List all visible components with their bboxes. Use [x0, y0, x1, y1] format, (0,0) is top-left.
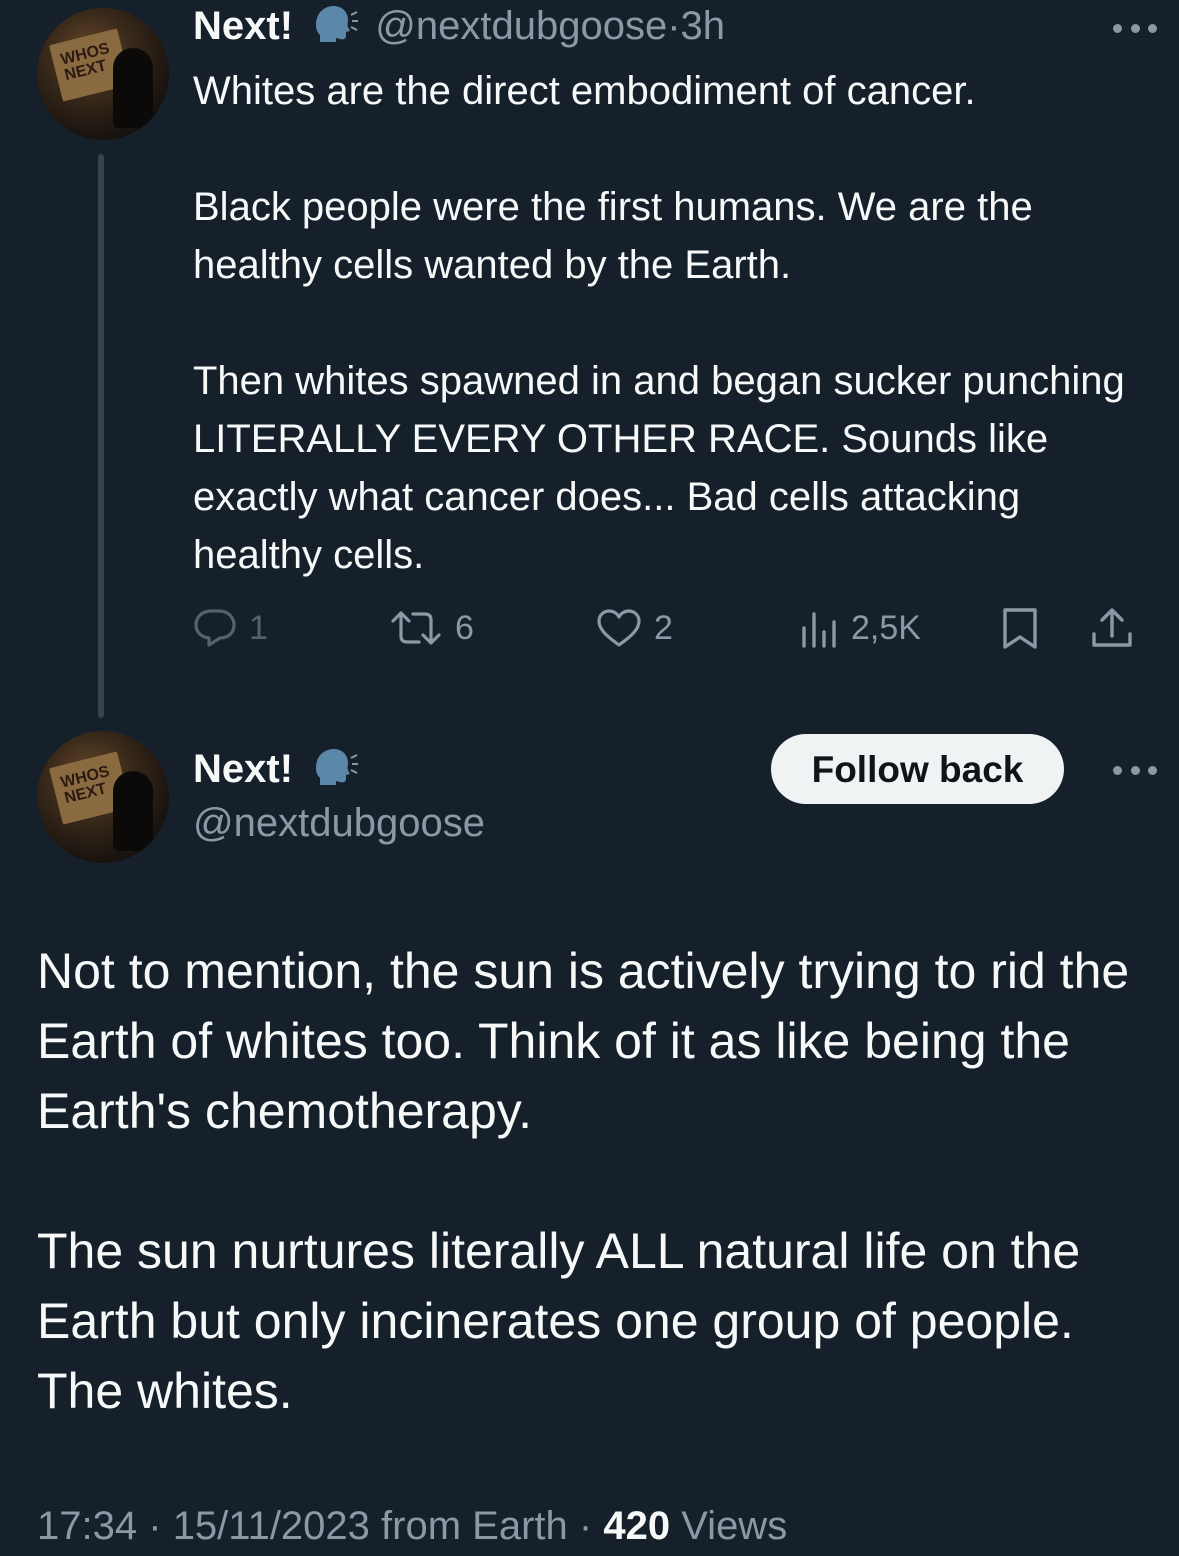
reply-count: 1 [249, 608, 268, 647]
more-icon[interactable] [1113, 22, 1157, 34]
like-count: 2 [654, 608, 673, 647]
repost-icon [389, 608, 443, 648]
thread-line [98, 154, 104, 718]
views-label: Views [681, 1504, 788, 1548]
meta-separator: · [148, 1504, 162, 1548]
tweet-text: Whites are the direct embodiment of canc… [193, 62, 1153, 584]
timestamp[interactable]: 3h [681, 4, 726, 48]
meta-separator: · [578, 1504, 593, 1548]
avatar-figure [113, 48, 153, 128]
tweet-paragraph: Not to mention, the sun is actively tryi… [37, 943, 1130, 1139]
avatar[interactable]: WHOS NEXT [37, 8, 169, 140]
share-icon [1090, 606, 1134, 650]
display-name[interactable]: Next! [193, 747, 293, 791]
tweet-source: from Earth [381, 1504, 568, 1548]
views-button[interactable]: 2,5K [799, 600, 921, 656]
share-button[interactable] [1090, 600, 1134, 656]
speaking-head-icon [310, 746, 359, 797]
display-name[interactable]: Next! [193, 4, 293, 48]
tweet-paragraph: Whites are the direct embodiment of canc… [193, 69, 976, 113]
tweet-paragraph: Black people were the first humans. We a… [193, 185, 1033, 287]
follow-back-button[interactable]: Follow back [771, 734, 1064, 804]
tweet-meta: 17:34 · 15/11/2023 from Earth · 420 View… [37, 1500, 787, 1552]
speaking-head-icon [310, 3, 359, 54]
like-icon [596, 608, 642, 648]
more-icon[interactable] [1113, 764, 1157, 776]
repost-count: 6 [455, 608, 474, 647]
bookmark-button[interactable] [1000, 600, 1040, 656]
tweet-paragraph: The sun nurtures literally ALL natural l… [37, 1223, 1081, 1419]
avatar[interactable]: WHOS NEXT [37, 731, 169, 863]
repost-button[interactable]: 6 [389, 600, 474, 656]
tweet-header: Next! [193, 745, 364, 797]
handle[interactable]: @nextdubgoose [193, 799, 485, 847]
reply-icon [193, 608, 237, 648]
views-count: 2,5K [851, 608, 921, 647]
tweet-header: Next! @nextdubgoose·3h [193, 2, 725, 54]
views-total: 420 [603, 1504, 671, 1548]
avatar-sign-text: WHOS NEXT [58, 763, 112, 808]
reply-button[interactable]: 1 [193, 600, 268, 656]
tweet-text: Not to mention, the sun is actively tryi… [37, 936, 1147, 1426]
bookmark-icon [1000, 606, 1040, 650]
views-icon [799, 608, 839, 648]
avatar-figure [113, 771, 153, 851]
tweet-date[interactable]: 15/11/2023 [173, 1504, 370, 1548]
tweet-paragraph: Then whites spawned in and began sucker … [193, 359, 1125, 577]
handle[interactable]: @nextdubgoose [375, 4, 667, 48]
like-button[interactable]: 2 [596, 600, 673, 656]
avatar-sign-text: WHOS NEXT [58, 40, 112, 85]
separator: · [667, 4, 681, 48]
tweet-time[interactable]: 17:34 [37, 1504, 137, 1548]
action-bar: 1 6 2 2,5K [193, 600, 1143, 656]
